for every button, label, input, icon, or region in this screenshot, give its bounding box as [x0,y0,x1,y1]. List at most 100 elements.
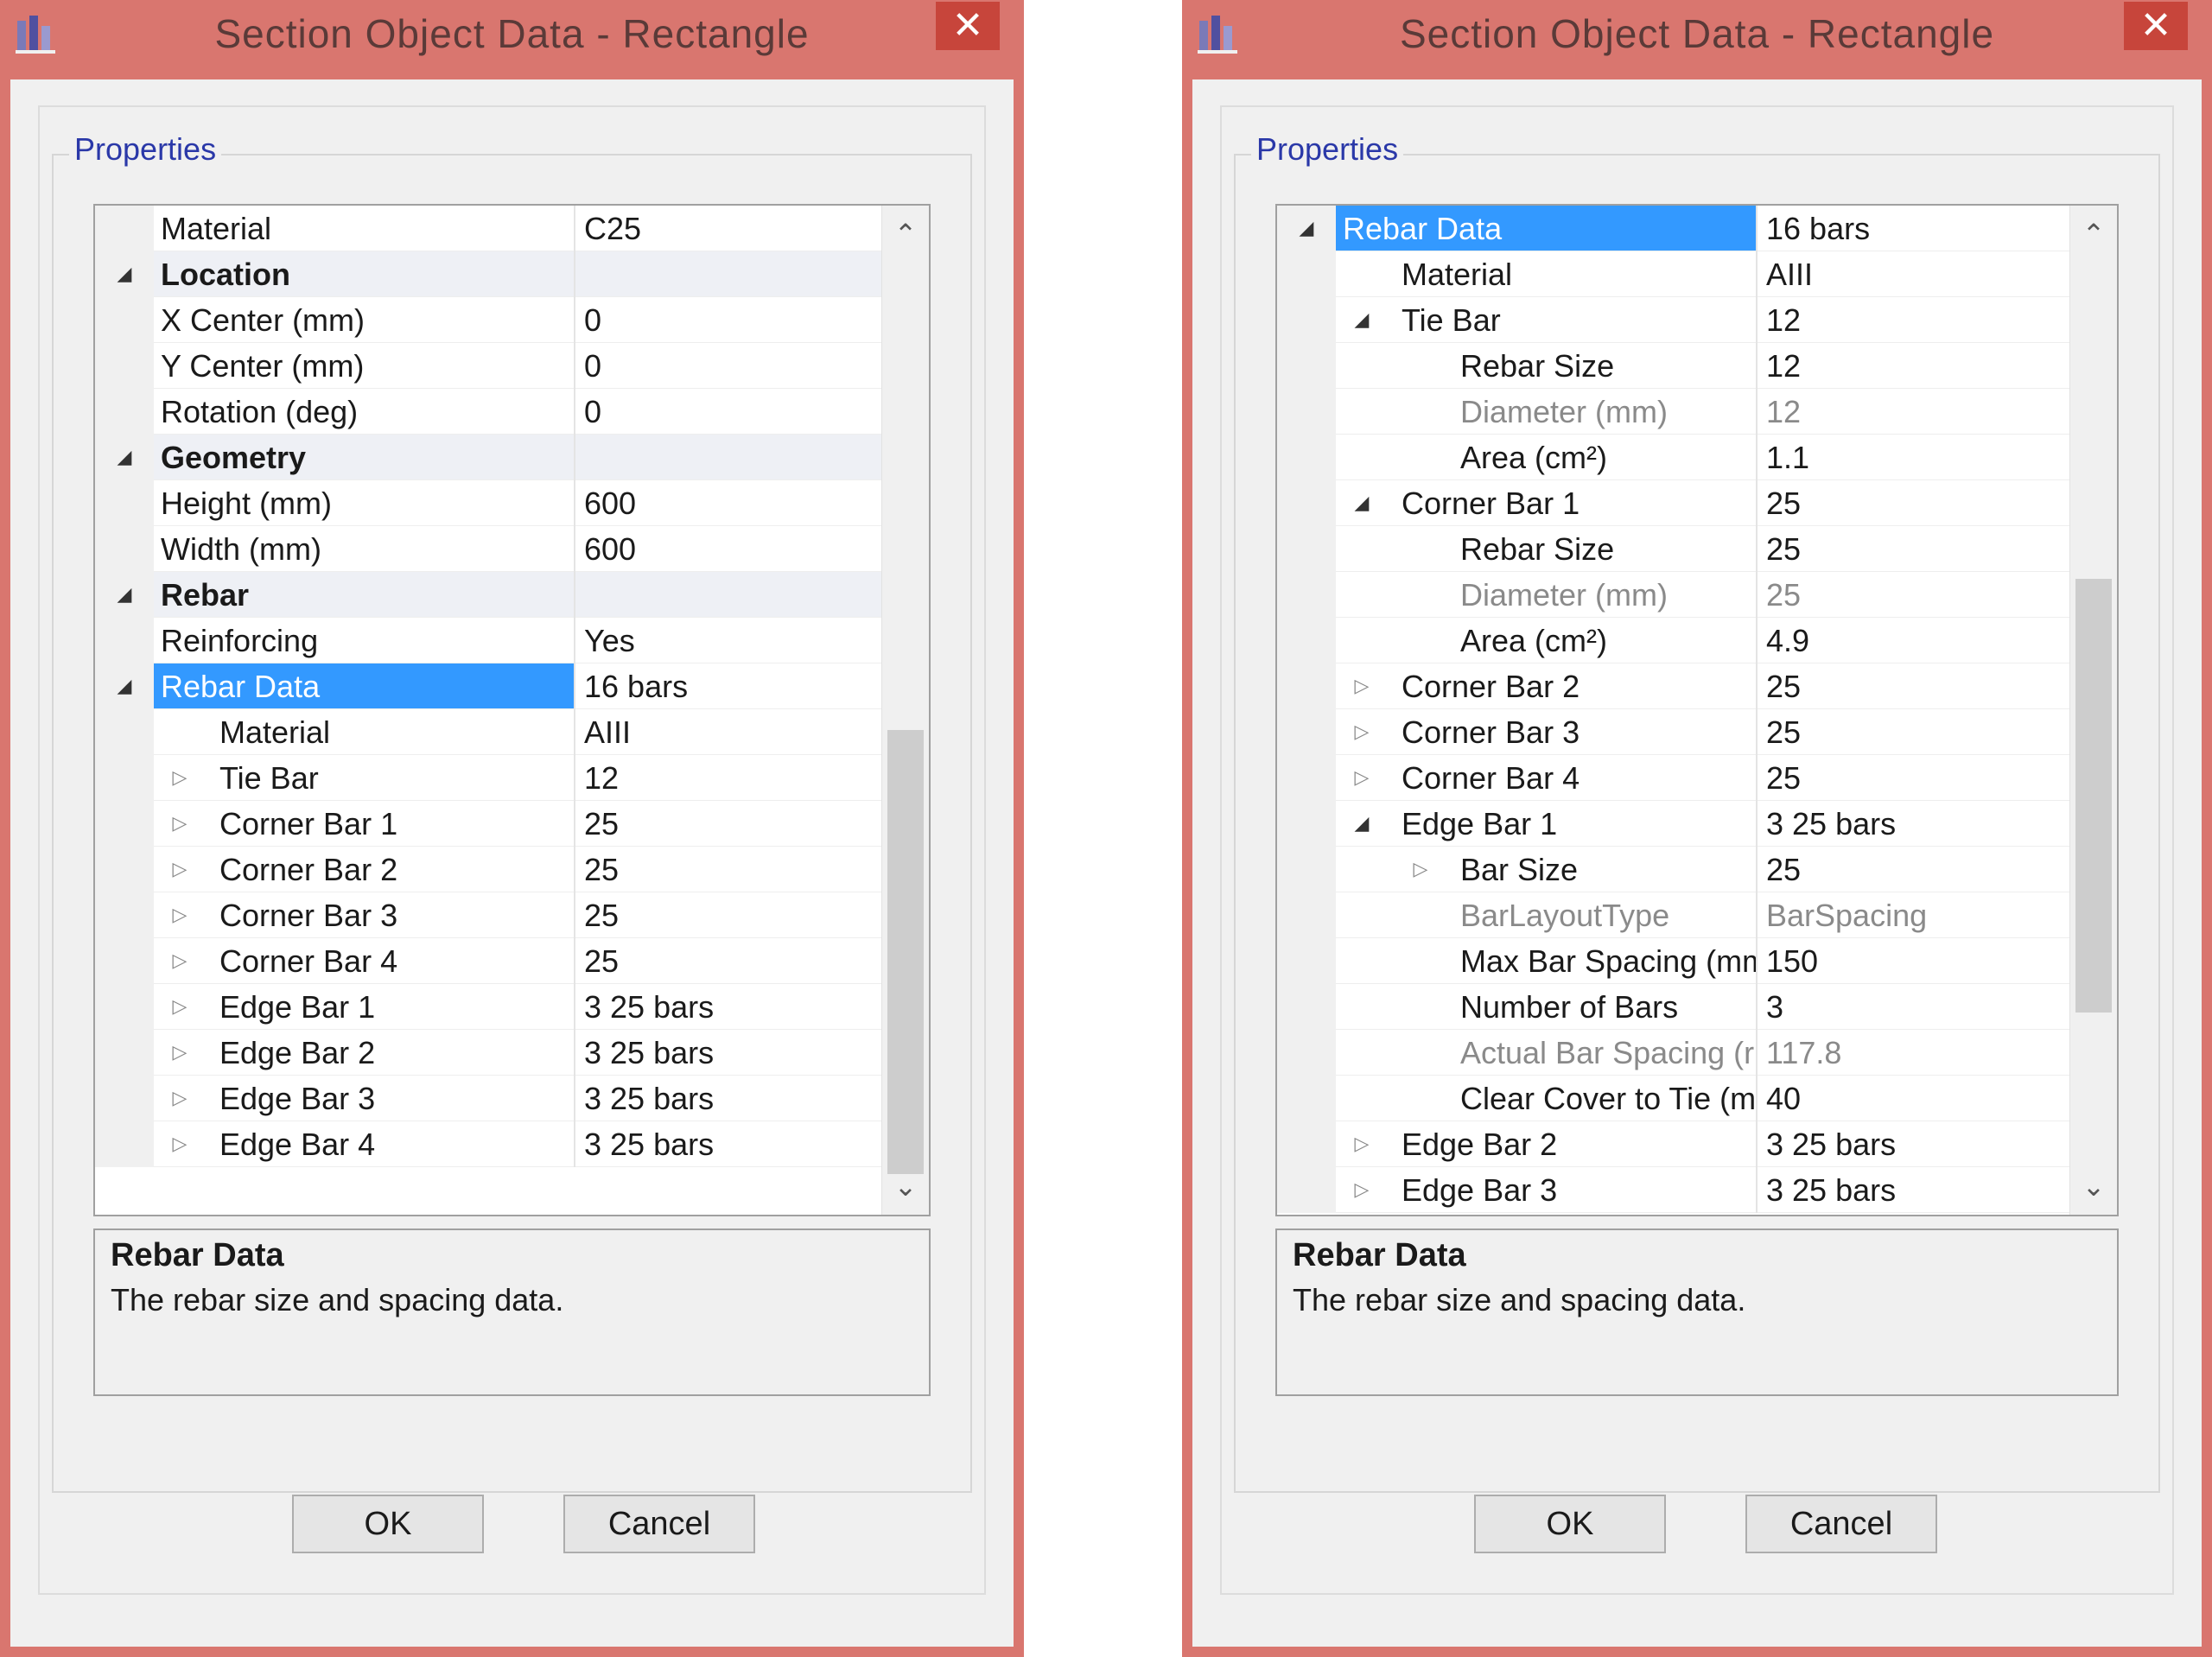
property-name-cell[interactable]: Diameter (mm) [1336,389,1756,435]
property-value-cell[interactable]: 25 [575,938,882,984]
property-value-cell[interactable]: 25 [1758,480,2070,526]
property-name-cell[interactable]: Rotation (deg) [154,389,574,435]
property-value-cell[interactable]: 25 [575,847,882,892]
property-row[interactable]: Height (mm) 600 [95,480,882,526]
property-value-cell[interactable]: 25 [575,892,882,938]
expand-arrow-icon[interactable]: ▷ [1351,1133,1372,1154]
property-row[interactable]: ▷ Edge Bar 3 3 25 bars [1277,1167,2070,1213]
property-name-cell[interactable]: ▷ Bar Size [1336,847,1756,892]
property-name-cell[interactable]: ▷ Corner Bar 4 [1336,755,1756,801]
property-value-cell[interactable]: 16 bars [575,663,882,709]
close-icon[interactable]: ✕ [936,2,1000,50]
vertical-scrollbar[interactable]: ⌃ ⌄ [2069,206,2117,1215]
collapse-arrow-icon[interactable]: ◢ [1351,492,1372,513]
property-name-cell[interactable]: ◢ Tie Bar [1336,297,1756,343]
property-row[interactable]: Actual Bar Spacing (r 117.8 [1277,1030,2070,1076]
property-row[interactable]: ▷ Edge Bar 2 3 25 bars [1277,1121,2070,1167]
cancel-button[interactable]: Cancel [1745,1495,1937,1553]
collapse-arrow-icon[interactable]: ◢ [1351,813,1372,834]
close-icon[interactable]: ✕ [2124,2,2188,50]
property-row[interactable]: ◢ Edge Bar 1 3 25 bars [1277,801,2070,847]
expand-arrow-icon[interactable]: ▷ [169,905,190,925]
property-value-cell[interactable]: 3 25 bars [575,984,882,1030]
property-row[interactable]: ▷ Edge Bar 3 3 25 bars [95,1076,882,1121]
property-row[interactable]: Rotation (deg) 0 [95,389,882,435]
property-name-cell[interactable]: ◢ Edge Bar 1 [1336,801,1756,847]
property-row[interactable]: ▷ Corner Bar 3 25 [1277,709,2070,755]
property-value-cell[interactable]: 12 [1758,297,2070,343]
scroll-down-icon[interactable]: ⌄ [882,1163,929,1209]
property-row[interactable]: Diameter (mm) 25 [1277,572,2070,618]
property-value-cell[interactable]: Yes [575,618,882,663]
property-row[interactable]: ▷ Bar Size 25 [1277,847,2070,892]
expand-arrow-icon[interactable]: ▷ [169,859,190,879]
property-name-cell[interactable]: ▷ Tie Bar [154,755,574,801]
property-row[interactable]: ▷ Corner Bar 2 25 [95,847,882,892]
property-name-cell[interactable]: Actual Bar Spacing (r [1336,1030,1756,1076]
property-name-cell[interactable]: Diameter (mm) [1336,572,1756,618]
property-row[interactable]: X Center (mm) 0 [95,297,882,343]
property-row[interactable]: Area (cm²) 4.9 [1277,618,2070,663]
property-name-cell[interactable]: ▷ Edge Bar 2 [1336,1121,1756,1167]
property-name-cell[interactable]: ▷ Corner Bar 4 [154,938,574,984]
property-row[interactable]: ◢ Corner Bar 1 25 [1277,480,2070,526]
property-row[interactable]: ◢ Rebar Data 16 bars [1277,206,2070,251]
collapse-arrow-icon[interactable]: ◢ [1296,218,1317,238]
scroll-up-icon[interactable]: ⌃ [882,211,929,257]
category-row[interactable]: ◢ Rebar [95,572,882,618]
property-name-cell[interactable]: Y Center (mm) [154,343,574,389]
property-name-cell[interactable]: ▷ Corner Bar 3 [154,892,574,938]
property-name-cell[interactable]: Rebar Size [1336,343,1756,389]
category-row[interactable]: ◢ Location [95,251,882,297]
scroll-down-icon[interactable]: ⌄ [2070,1163,2117,1209]
expand-arrow-icon[interactable]: ▷ [1351,721,1372,742]
property-row[interactable]: ▷ Edge Bar 1 3 25 bars [95,984,882,1030]
property-value-cell[interactable]: 3 25 bars [1758,1121,2070,1167]
property-name-cell[interactable]: ▷ Edge Bar 4 [154,1121,574,1167]
property-value-cell[interactable]: 150 [1758,938,2070,984]
property-value-cell[interactable]: 25 [1758,755,2070,801]
vertical-scrollbar[interactable]: ⌃ ⌄ [881,206,929,1215]
property-name-cell[interactable]: ◢ Corner Bar 1 [1336,480,1756,526]
expand-arrow-icon[interactable]: ▷ [169,767,190,788]
property-name-cell[interactable]: Rebar [154,572,574,618]
property-value-cell[interactable]: 3 25 bars [575,1076,882,1121]
property-grid[interactable]: Material C25 ◢ Location X Center (mm) 0 Y Cent… [93,204,931,1216]
property-value-cell[interactable]: BarSpacing [1758,892,2070,938]
expand-arrow-icon[interactable]: ▷ [169,1088,190,1108]
expand-arrow-icon[interactable]: ▷ [169,813,190,834]
property-name-cell[interactable]: ▷ Corner Bar 2 [1336,663,1756,709]
property-row[interactable]: Material AIII [95,709,882,755]
title-bar[interactable]: Section Object Data - Rectangle ✕ [0,0,1024,74]
property-name-cell[interactable]: Rebar Size [1336,526,1756,572]
property-name-cell[interactable]: ▷ Edge Bar 3 [154,1076,574,1121]
expand-arrow-icon[interactable]: ▷ [1351,676,1372,696]
cancel-button[interactable]: Cancel [563,1495,755,1553]
property-name-cell[interactable]: Rebar Data [1336,206,1756,251]
scroll-up-icon[interactable]: ⌃ [2070,211,2117,257]
property-value-cell[interactable]: C25 [575,206,882,251]
expand-arrow-icon[interactable]: ▷ [169,1042,190,1063]
property-value-cell[interactable]: 0 [575,389,882,435]
property-name-cell[interactable]: Area (cm²) [1336,435,1756,480]
property-name-cell[interactable]: Clear Cover to Tie (m [1336,1076,1756,1121]
property-name-cell[interactable]: Material [1336,251,1756,297]
property-value-cell[interactable]: 25 [575,801,882,847]
property-row[interactable]: Max Bar Spacing (mm 150 [1277,938,2070,984]
property-value-cell[interactable]: 600 [575,526,882,572]
property-row[interactable]: BarLayoutType BarSpacing [1277,892,2070,938]
property-row[interactable]: ▷ Corner Bar 1 25 [95,801,882,847]
property-name-cell[interactable]: ▷ Edge Bar 3 [1336,1167,1756,1213]
property-row[interactable]: ▷ Edge Bar 4 3 25 bars [95,1121,882,1167]
property-name-cell[interactable]: ▷ Edge Bar 1 [154,984,574,1030]
property-value-cell[interactable]: 12 [575,755,882,801]
property-value-cell[interactable]: 12 [1758,343,2070,389]
expand-arrow-icon[interactable]: ▷ [1410,859,1431,879]
property-name-cell[interactable]: X Center (mm) [154,297,574,343]
property-value-cell[interactable]: 16 bars [1758,206,2070,251]
scroll-thumb[interactable] [2075,579,2112,1013]
collapse-arrow-icon[interactable]: ◢ [114,676,135,696]
property-row[interactable]: ▷ Tie Bar 12 [95,755,882,801]
category-row[interactable]: ◢ Geometry [95,435,882,480]
collapse-arrow-icon[interactable]: ◢ [114,447,135,467]
